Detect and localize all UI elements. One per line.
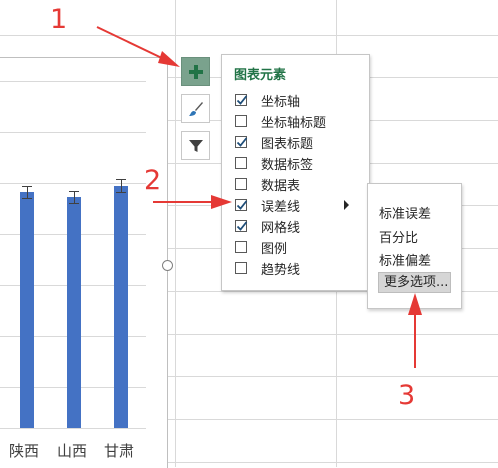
annotation-arrows: [96, 26, 422, 368]
annotation-arrowhead-3: [408, 293, 422, 315]
annotation-arrowhead-1: [158, 51, 180, 67]
annotation-arrowhead-2: [211, 195, 232, 209]
annotation-arrow-1: [96, 26, 167, 61]
